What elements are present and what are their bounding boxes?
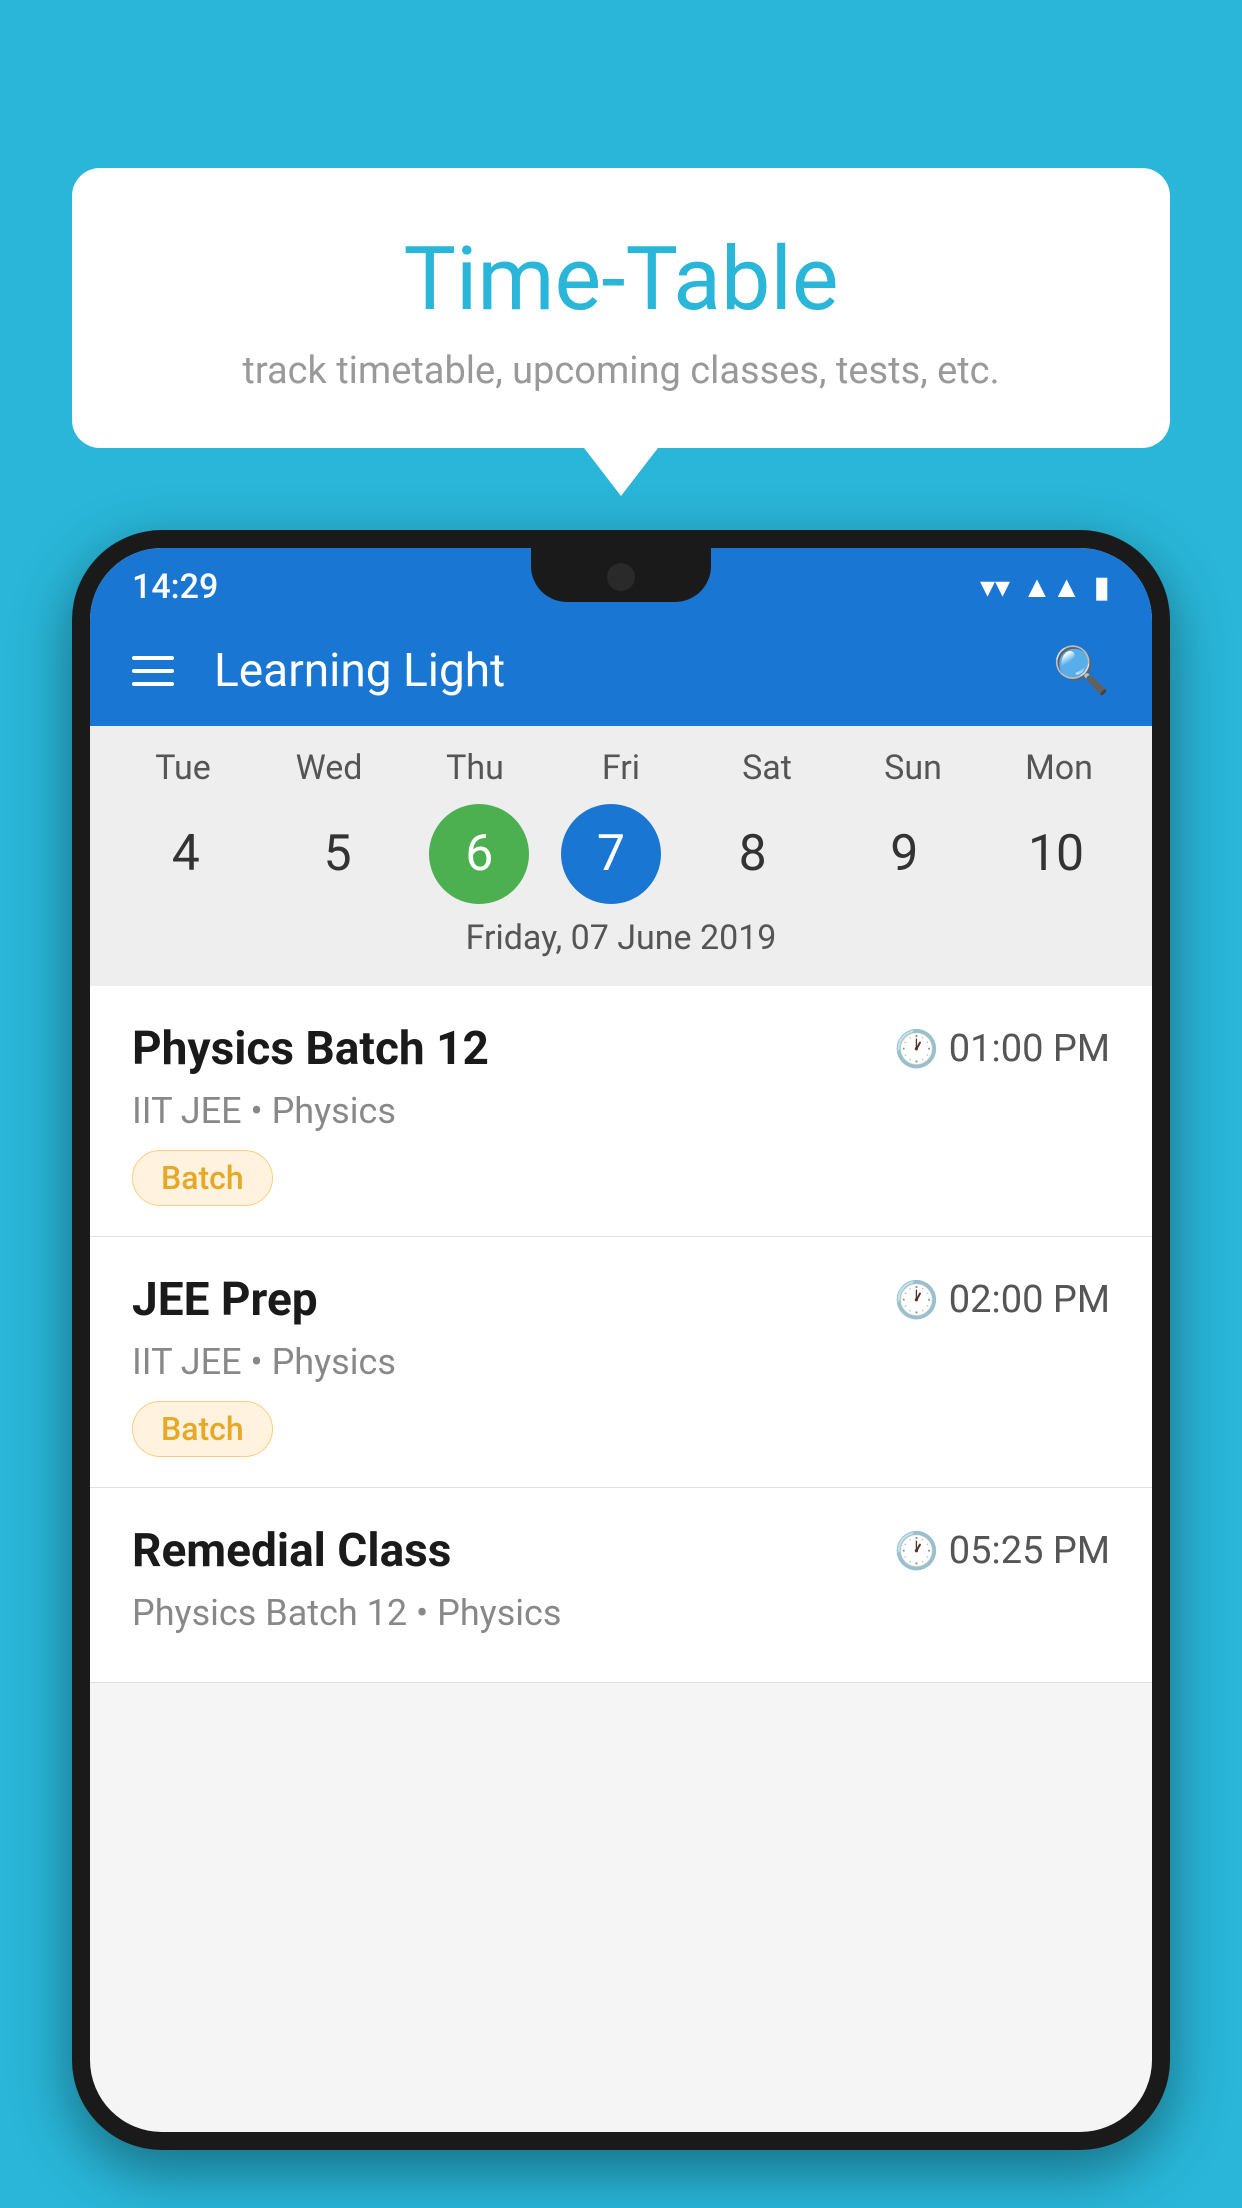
signal-icon: ▲▲ bbox=[1022, 570, 1081, 605]
clock-icon-2: 🕐 bbox=[894, 1279, 939, 1321]
day-label-fri: Fri bbox=[561, 748, 681, 788]
schedule-item-3-title: Remedial Class bbox=[132, 1524, 451, 1578]
phone-mockup: 14:29 ▾▾ ▲▲ ▮ Learning Light 🔍 bbox=[72, 530, 1170, 2208]
bubble-subtitle: track timetable, upcoming classes, tests… bbox=[152, 349, 1090, 393]
schedule-item-3-time: 🕐 05:25 PM bbox=[894, 1529, 1110, 1573]
app-bar-title: Learning Light bbox=[214, 644, 1053, 698]
speech-bubble-card: Time-Table track timetable, upcoming cla… bbox=[72, 168, 1170, 448]
clock-icon-3: 🕐 bbox=[894, 1530, 939, 1572]
phone-outer: 14:29 ▾▾ ▲▲ ▮ Learning Light 🔍 bbox=[72, 530, 1170, 2150]
schedule-item-2-header: JEE Prep 🕐 02:00 PM bbox=[132, 1273, 1110, 1327]
day-headers: Tue Wed Thu Fri Sat Sun Mon bbox=[90, 748, 1152, 788]
status-icons: ▾▾ ▲▲ ▮ bbox=[980, 570, 1110, 605]
bubble-title: Time-Table bbox=[152, 228, 1090, 331]
wifi-icon: ▾▾ bbox=[980, 570, 1010, 605]
day-5[interactable]: 5 bbox=[278, 804, 398, 904]
hamburger-menu-icon[interactable] bbox=[132, 656, 174, 686]
battery-icon: ▮ bbox=[1093, 570, 1110, 605]
schedule-item-1[interactable]: Physics Batch 12 🕐 01:00 PM IIT JEE • Ph… bbox=[90, 986, 1152, 1237]
calendar-strip: Tue Wed Thu Fri Sat Sun Mon 4 5 6 7 8 9 … bbox=[90, 726, 1152, 986]
schedule-list: Physics Batch 12 🕐 01:00 PM IIT JEE • Ph… bbox=[90, 986, 1152, 1683]
status-time: 14:29 bbox=[132, 567, 218, 607]
day-6-today[interactable]: 6 bbox=[429, 804, 529, 904]
day-7-selected[interactable]: 7 bbox=[561, 804, 661, 904]
schedule-item-2-time: 🕐 02:00 PM bbox=[894, 1278, 1110, 1322]
day-numbers: 4 5 6 7 8 9 10 bbox=[90, 804, 1152, 904]
schedule-item-2-subtitle: IIT JEE • Physics bbox=[132, 1341, 1110, 1383]
schedule-item-3-header: Remedial Class 🕐 05:25 PM bbox=[132, 1524, 1110, 1578]
phone-screen: 14:29 ▾▾ ▲▲ ▮ Learning Light 🔍 bbox=[90, 548, 1152, 2132]
schedule-item-2-title: JEE Prep bbox=[132, 1273, 318, 1327]
day-label-wed: Wed bbox=[269, 748, 389, 788]
schedule-item-1-time: 🕐 01:00 PM bbox=[894, 1027, 1110, 1071]
schedule-item-1-subtitle: IIT JEE • Physics bbox=[132, 1090, 1110, 1132]
schedule-item-2-badge: Batch bbox=[132, 1401, 273, 1457]
day-label-thu: Thu bbox=[415, 748, 535, 788]
schedule-item-1-badge: Batch bbox=[132, 1150, 273, 1206]
day-10[interactable]: 10 bbox=[996, 804, 1116, 904]
day-label-tue: Tue bbox=[123, 748, 243, 788]
schedule-item-1-header: Physics Batch 12 🕐 01:00 PM bbox=[132, 1022, 1110, 1076]
schedule-item-3[interactable]: Remedial Class 🕐 05:25 PM Physics Batch … bbox=[90, 1488, 1152, 1683]
selected-date-label: Friday, 07 June 2019 bbox=[90, 918, 1152, 976]
day-label-sun: Sun bbox=[853, 748, 973, 788]
schedule-item-3-subtitle: Physics Batch 12 • Physics bbox=[132, 1592, 1110, 1634]
schedule-item-1-title: Physics Batch 12 bbox=[132, 1022, 489, 1076]
clock-icon-1: 🕐 bbox=[894, 1028, 939, 1070]
phone-camera bbox=[607, 563, 635, 591]
day-label-sat: Sat bbox=[707, 748, 827, 788]
day-8[interactable]: 8 bbox=[693, 804, 813, 904]
app-bar: Learning Light 🔍 bbox=[90, 616, 1152, 726]
day-9[interactable]: 9 bbox=[844, 804, 964, 904]
day-label-mon: Mon bbox=[999, 748, 1119, 788]
search-icon[interactable]: 🔍 bbox=[1053, 644, 1110, 698]
phone-notch bbox=[531, 548, 711, 602]
schedule-item-2[interactable]: JEE Prep 🕐 02:00 PM IIT JEE • Physics Ba… bbox=[90, 1237, 1152, 1488]
day-4[interactable]: 4 bbox=[126, 804, 246, 904]
